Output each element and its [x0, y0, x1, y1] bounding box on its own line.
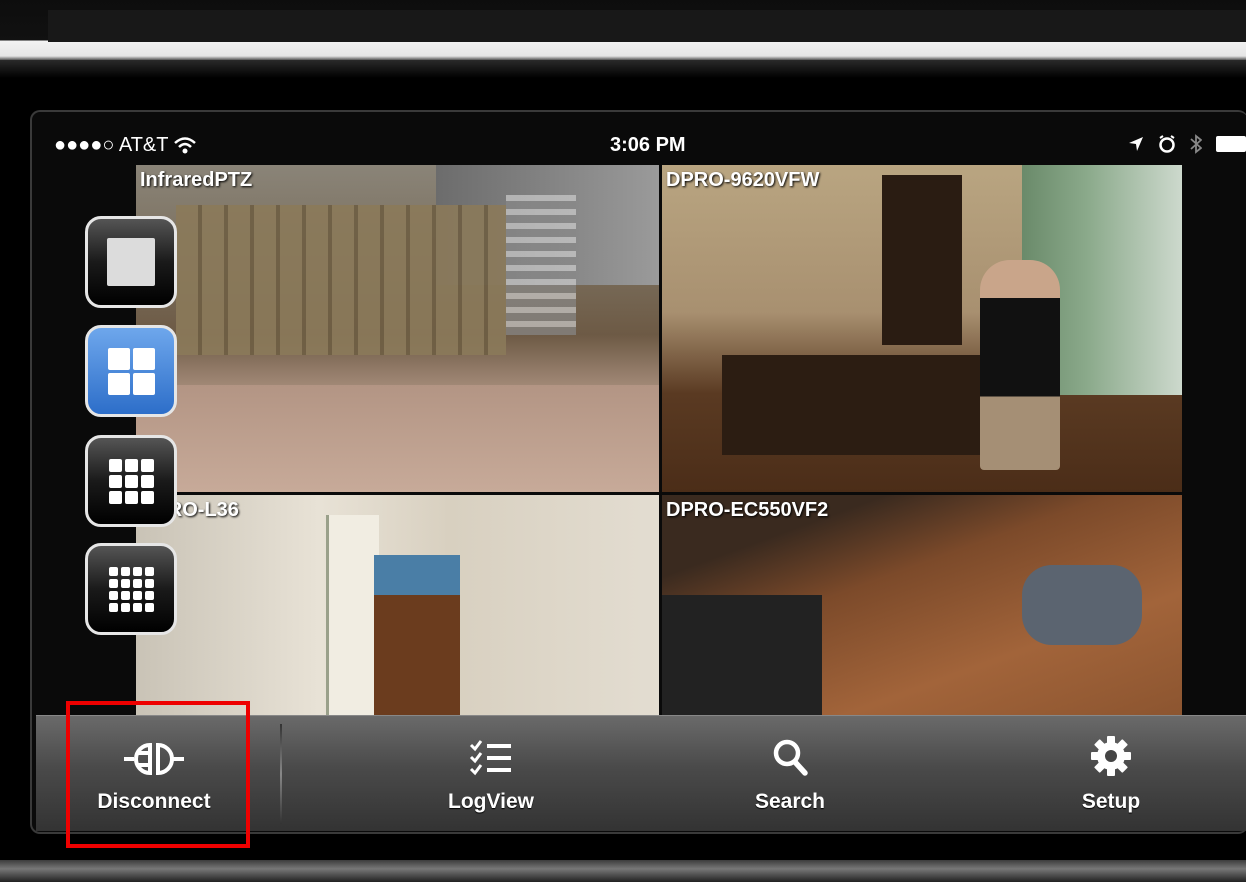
camera-tile-dpro-9620vfw[interactable]: DPRO-9620VFW	[662, 165, 1182, 492]
logview-button[interactable]: LogView	[391, 716, 591, 831]
status-right	[1128, 134, 1246, 154]
logview-label: LogView	[448, 790, 534, 813]
setup-label: Setup	[1081, 790, 1141, 813]
search-icon	[773, 739, 808, 776]
battery-icon	[1216, 136, 1246, 152]
carrier-signal: ●●●●○ AT&T	[54, 134, 169, 156]
location-arrow-icon	[1129, 137, 1143, 151]
bottom-frame-strip	[0, 860, 1246, 882]
red-highlight-box	[66, 701, 250, 848]
gear-icon	[1091, 736, 1131, 776]
layout-nine-view-button[interactable]	[85, 435, 177, 527]
log-list-icon	[469, 740, 511, 776]
single-grid-icon	[107, 238, 155, 286]
toolbar-separator	[280, 724, 282, 824]
search-button[interactable]: Search	[690, 716, 890, 831]
bluetooth-icon	[1190, 134, 1202, 154]
nine-grid-icon	[108, 458, 154, 504]
layout-quad-view-button[interactable]	[85, 325, 177, 417]
quad-grid-icon	[107, 347, 155, 395]
camera-label: DPRO-9620VFW	[666, 169, 820, 191]
layout-sixteen-view-button[interactable]	[85, 543, 177, 635]
top-frame-strip	[0, 0, 1246, 60]
search-label: Search	[754, 790, 826, 813]
sixteen-grid-icon	[108, 566, 154, 612]
status-bar: ●●●●○ AT&T 3:06 PM	[36, 130, 1246, 164]
wifi-icon	[174, 136, 197, 153]
camera-label: InfraredPTZ	[140, 169, 253, 191]
camera-tile-dpro-ec550vf2[interactable]: DPRO-EC550VF2	[662, 495, 1182, 715]
status-left: ●●●●○ AT&T	[54, 134, 197, 157]
camera-tile-dpro-l36[interactable]: DPRO-L36	[136, 495, 659, 715]
layout-single-view-button[interactable]	[85, 216, 177, 308]
alarm-clock-icon	[1159, 135, 1175, 153]
clock: 3:06 PM	[610, 134, 686, 156]
camera-label: DPRO-EC550VF2	[666, 499, 829, 521]
camera-tile-infraredptz[interactable]: InfraredPTZ	[136, 165, 659, 492]
setup-button[interactable]: Setup	[1011, 716, 1211, 831]
